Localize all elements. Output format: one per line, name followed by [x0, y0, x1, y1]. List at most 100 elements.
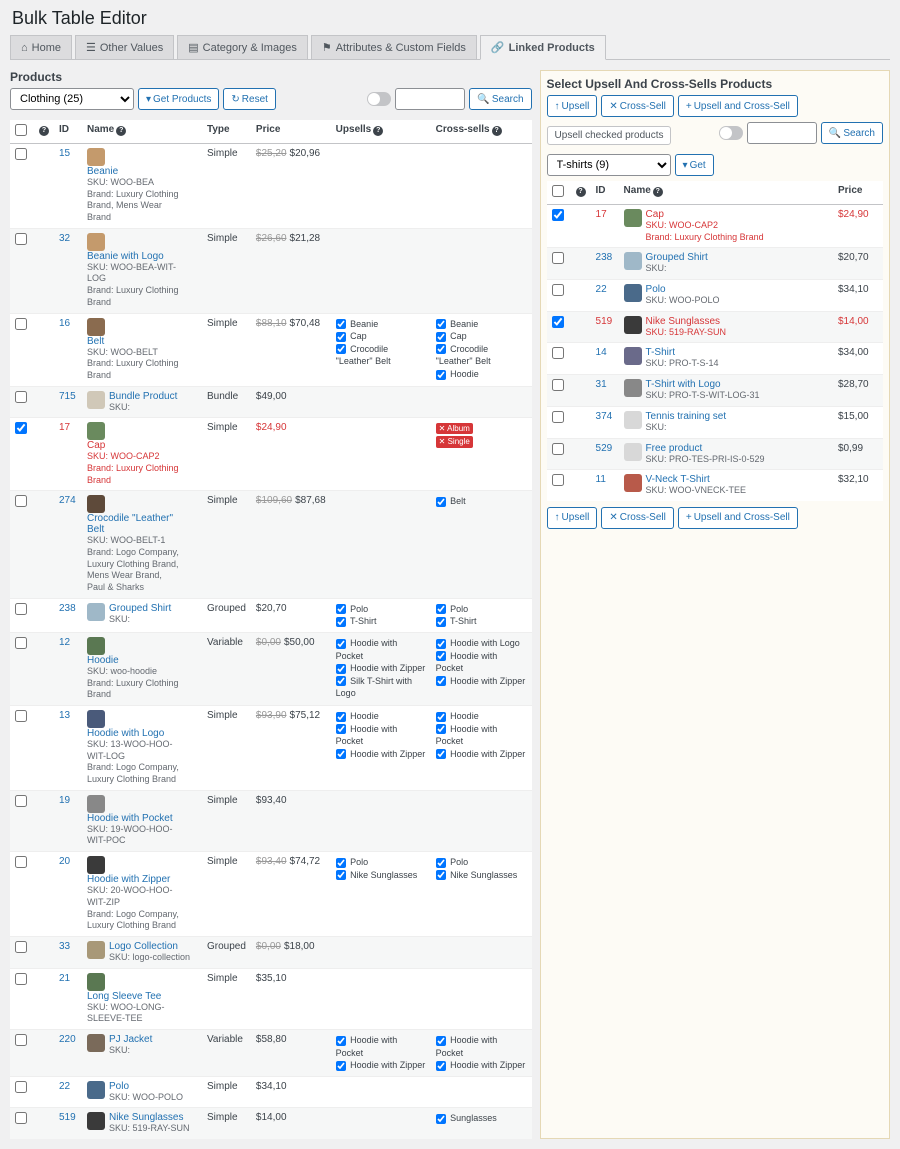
- cell-name[interactable]: Long Sleeve TeeSKU: WOO-LONG-SLEEVE-TEE: [82, 968, 202, 1029]
- linked-checkbox[interactable]: Crocodile "Leather" Belt: [336, 343, 426, 368]
- cell-name[interactable]: Nike SunglassesSKU: 519-RAY-SUN: [619, 311, 833, 343]
- cell-name[interactable]: BeltSKU: WOO-BELTBrand: Luxury Clothing …: [82, 313, 202, 386]
- right-search-input[interactable]: [747, 122, 817, 144]
- cell-name[interactable]: CapSKU: WOO-CAP2Brand: Luxury Clothing B…: [82, 418, 202, 491]
- cell-name[interactable]: Tennis training setSKU:: [619, 406, 833, 438]
- linked-checkbox[interactable]: Hoodie with Zipper: [336, 748, 426, 761]
- cell-name[interactable]: Nike SunglassesSKU: 519-RAY-SUN: [82, 1108, 202, 1139]
- row-checkbox[interactable]: [552, 411, 564, 423]
- linked-checkbox[interactable]: Hoodie with Zipper: [436, 1059, 527, 1072]
- category-select[interactable]: Clothing (25): [10, 88, 134, 110]
- col-name[interactable]: Name?: [82, 120, 202, 144]
- row-checkbox[interactable]: [552, 443, 564, 455]
- linked-checkbox[interactable]: T-Shirt: [336, 615, 426, 628]
- row-checkbox[interactable]: [552, 379, 564, 391]
- right-toggle[interactable]: [719, 126, 743, 140]
- linked-checkbox[interactable]: Polo: [336, 856, 426, 869]
- cell-name[interactable]: Grouped ShirtSKU:: [619, 248, 833, 280]
- row-checkbox[interactable]: [15, 1034, 27, 1046]
- cell-name[interactable]: T-ShirtSKU: PRO-T-S-14: [619, 343, 833, 375]
- row-checkbox[interactable]: [15, 973, 27, 985]
- linked-checkbox[interactable]: Polo: [436, 603, 527, 616]
- col-cross[interactable]: Cross-sells?: [431, 120, 532, 144]
- row-checkbox[interactable]: [552, 209, 564, 221]
- tab-home[interactable]: ⌂Home: [10, 35, 72, 59]
- row-checkbox[interactable]: [15, 422, 27, 434]
- linked-checkbox[interactable]: Hoodie with Pocket: [336, 637, 426, 662]
- linked-checkbox[interactable]: Hoodie with Zipper: [336, 1059, 426, 1072]
- cell-name[interactable]: Hoodie with ZipperSKU: 20-WOO-HOO-WIT-ZI…: [82, 852, 202, 937]
- linked-checkbox[interactable]: Polo: [336, 603, 426, 616]
- get-products-button[interactable]: ▾ Get Products: [138, 88, 219, 110]
- search-input[interactable]: [395, 88, 465, 110]
- col-upsells[interactable]: Upsells?: [331, 120, 431, 144]
- linked-checkbox[interactable]: Polo: [436, 856, 527, 869]
- linked-checkbox[interactable]: Hoodie with Pocket: [436, 1034, 527, 1059]
- tab-cat[interactable]: ▤Category & Images: [177, 35, 308, 59]
- row-checkbox[interactable]: [15, 148, 27, 160]
- row-checkbox[interactable]: [15, 795, 27, 807]
- cell-name[interactable]: T-Shirt with LogoSKU: PRO-T-S-WIT-LOG-31: [619, 375, 833, 407]
- cell-name[interactable]: Logo CollectionSKU: logo-collection: [82, 936, 202, 968]
- col-type[interactable]: Type: [202, 120, 251, 144]
- row-checkbox[interactable]: [15, 1112, 27, 1124]
- row-checkbox[interactable]: [552, 252, 564, 264]
- linked-checkbox[interactable]: Hoodie with Pocket: [436, 723, 527, 748]
- linked-checkbox[interactable]: Hoodie with Zipper: [436, 675, 527, 688]
- linked-checkbox[interactable]: Cap: [436, 330, 527, 343]
- cross-sell-button-2[interactable]: ✕ Cross-Sell: [601, 507, 674, 529]
- linked-checkbox[interactable]: Hoodie with Zipper: [336, 662, 426, 675]
- linked-checkbox[interactable]: Cap: [336, 330, 426, 343]
- linked-checkbox[interactable]: Hoodie: [436, 710, 527, 723]
- row-checkbox[interactable]: [15, 856, 27, 868]
- tab-other[interactable]: ☰Other Values: [75, 35, 174, 59]
- cell-name[interactable]: Crocodile "Leather" BeltSKU: WOO-BELT-1B…: [82, 491, 202, 598]
- upsell-button[interactable]: ↑ Upsell: [547, 95, 598, 117]
- row-checkbox[interactable]: [15, 1081, 27, 1093]
- row-checkbox[interactable]: [15, 637, 27, 649]
- row-checkbox[interactable]: [552, 316, 564, 328]
- r-col-price[interactable]: Price: [833, 181, 883, 205]
- upsell-cross-button[interactable]: + Upsell and Cross-Sell: [678, 95, 798, 117]
- filter-toggle[interactable]: [367, 92, 391, 106]
- tab-attr[interactable]: ⚑Attributes & Custom Fields: [311, 35, 477, 59]
- right-search-button[interactable]: 🔍 Search: [821, 122, 883, 144]
- cell-name[interactable]: V-Neck T-ShirtSKU: WOO-VNECK-TEE: [619, 470, 833, 501]
- cell-name[interactable]: BeanieSKU: WOO-BEABrand: Luxury Clothing…: [82, 144, 202, 229]
- cell-name[interactable]: PoloSKU: WOO-POLO: [619, 280, 833, 312]
- cell-name[interactable]: HoodieSKU: woo-hoodieBrand: Luxury Cloth…: [82, 632, 202, 705]
- linked-checkbox[interactable]: Hoodie with Logo: [436, 637, 527, 650]
- right-select-all[interactable]: [552, 185, 564, 197]
- linked-checkbox[interactable]: Hoodie: [336, 710, 426, 723]
- cross-sell-button[interactable]: ✕ Cross-Sell: [601, 95, 674, 117]
- cell-name[interactable]: Grouped ShirtSKU:: [82, 598, 202, 632]
- cell-name[interactable]: Hoodie with LogoSKU: 13-WOO-HOO-WIT-LOGB…: [82, 706, 202, 791]
- upsell-cross-button-2[interactable]: + Upsell and Cross-Sell: [678, 507, 798, 529]
- row-checkbox[interactable]: [15, 233, 27, 245]
- select-all[interactable]: [15, 124, 27, 136]
- row-checkbox[interactable]: [15, 391, 27, 403]
- row-checkbox[interactable]: [15, 318, 27, 330]
- row-checkbox[interactable]: [552, 474, 564, 486]
- right-category-select[interactable]: T-shirts (9): [547, 154, 671, 176]
- cell-name[interactable]: PoloSKU: WOO-POLO: [82, 1076, 202, 1108]
- linked-badge[interactable]: ✕ Album: [436, 423, 473, 434]
- right-get-button[interactable]: ▾ Get: [675, 154, 714, 176]
- cell-name[interactable]: Bundle ProductSKU:: [82, 386, 202, 418]
- cell-name[interactable]: CapSKU: WOO-CAP2Brand: Luxury Clothing B…: [619, 205, 833, 248]
- linked-checkbox[interactable]: Beanie: [436, 318, 527, 331]
- linked-checkbox[interactable]: Beanie: [336, 318, 426, 331]
- cell-name[interactable]: PJ JacketSKU:: [82, 1029, 202, 1076]
- linked-badge[interactable]: ✕ Single: [436, 436, 473, 447]
- linked-checkbox[interactable]: Hoodie with Pocket: [336, 1034, 426, 1059]
- linked-checkbox[interactable]: Belt: [436, 495, 527, 508]
- linked-checkbox[interactable]: Hoodie with Pocket: [336, 723, 426, 748]
- cell-name[interactable]: Beanie with LogoSKU: WOO-BEA-WIT-LOGBran…: [82, 228, 202, 313]
- cell-name[interactable]: Hoodie with PocketSKU: 19-WOO-HOO-WIT-PO…: [82, 790, 202, 851]
- col-price[interactable]: Price: [251, 120, 331, 144]
- r-col-id[interactable]: ID: [591, 181, 619, 205]
- row-checkbox[interactable]: [15, 495, 27, 507]
- linked-checkbox[interactable]: Sunglasses: [436, 1112, 527, 1125]
- linked-checkbox[interactable]: Hoodie: [436, 368, 527, 381]
- linked-checkbox[interactable]: Silk T-Shirt with Logo: [336, 675, 426, 700]
